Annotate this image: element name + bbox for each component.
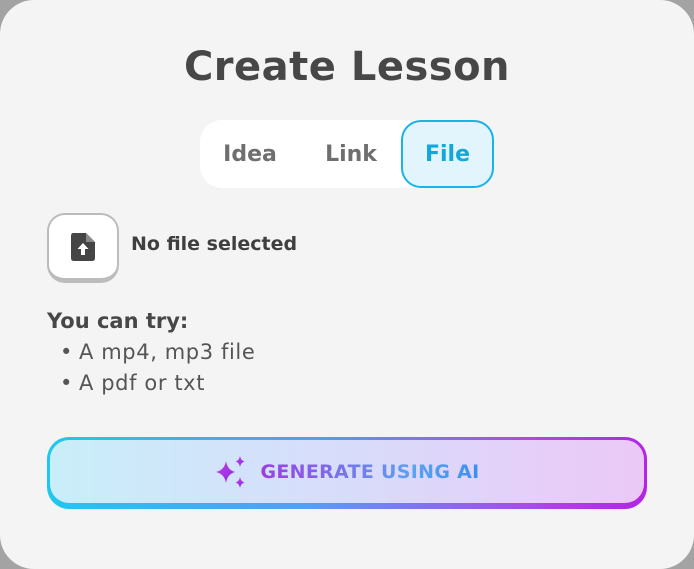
- suggestion-text: A mp4, mp3 file: [79, 340, 256, 364]
- file-status-text: No file selected: [131, 233, 298, 255]
- suggestions-list: • A mp4, mp3 file • A pdf or txt: [60, 340, 255, 402]
- tab-idea[interactable]: Idea: [200, 120, 300, 188]
- file-upload-icon: [71, 232, 95, 261]
- create-lesson-dialog: Create Lesson Idea Link File No file sel…: [0, 0, 694, 569]
- generate-button-label: GENERATE USING AI: [260, 460, 480, 483]
- upload-file-button[interactable]: [47, 213, 119, 283]
- generate-button[interactable]: GENERATE USING AI: [47, 437, 647, 509]
- tab-file[interactable]: File: [401, 120, 494, 188]
- sparkles-icon: [216, 455, 245, 488]
- dialog-title: Create Lesson: [183, 44, 511, 90]
- source-tabs: Idea Link File: [200, 120, 494, 188]
- list-item: • A pdf or txt: [60, 371, 206, 395]
- suggestion-text: A pdf or txt: [79, 371, 206, 395]
- tab-link[interactable]: Link: [300, 120, 402, 188]
- suggestions-heading: You can try:: [47, 309, 189, 333]
- generate-button-face: GENERATE USING AI: [50, 440, 644, 503]
- list-item: • A mp4, mp3 file: [60, 340, 256, 364]
